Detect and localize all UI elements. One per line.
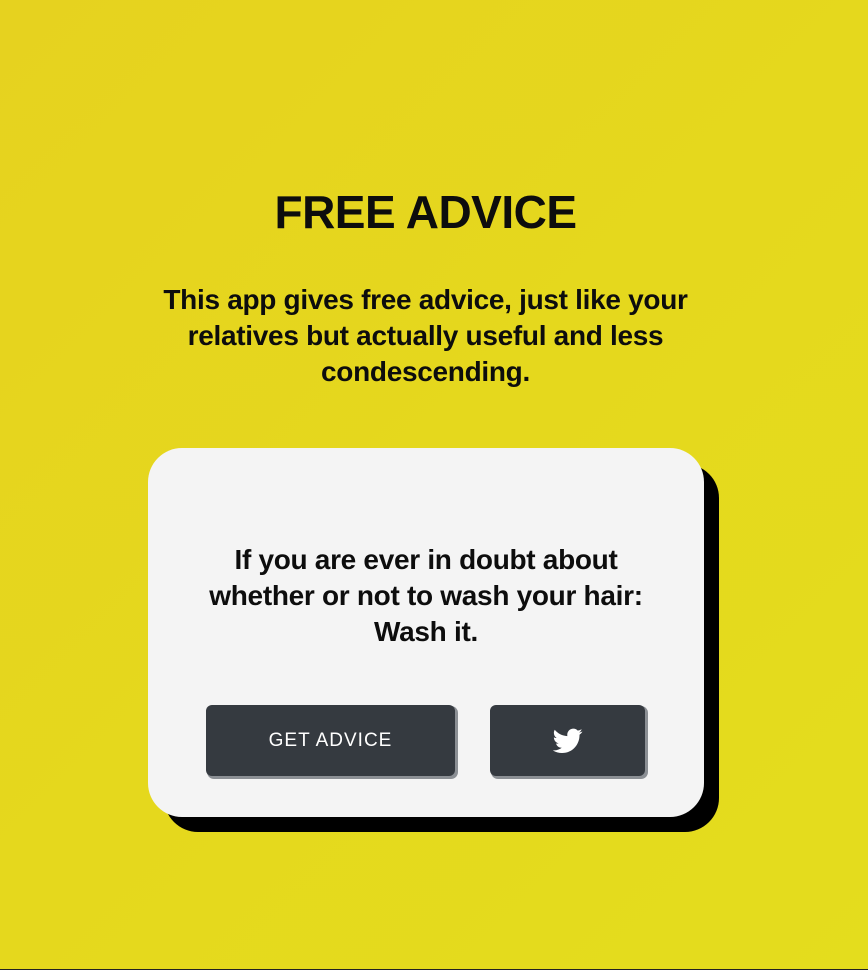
page-title: FREE ADVICE [274,186,577,238]
page-subtitle: This app gives free advice, just like yo… [163,284,688,387]
twitter-icon [552,728,583,754]
advice-text: If you are ever in doubt about whether o… [209,544,643,647]
advice-card: If you are ever in doubt about whether o… [148,448,704,817]
tweet-button[interactable] [490,705,645,776]
get-advice-button[interactable]: GET ADVICE [206,705,455,776]
